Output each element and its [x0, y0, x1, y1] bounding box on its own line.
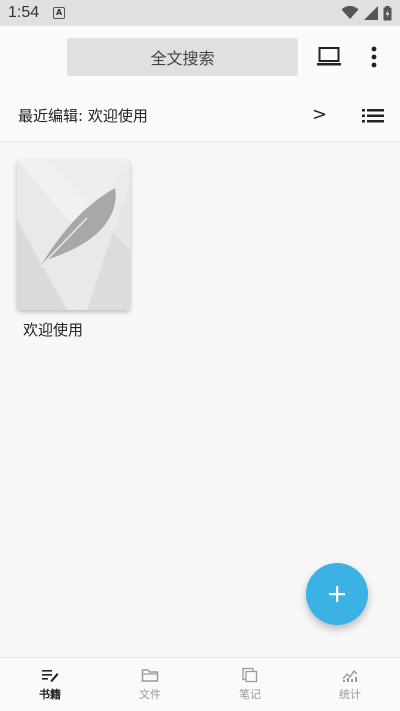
recent-edit-label: 最近编辑: 欢迎使用	[18, 107, 148, 125]
nav-label-files: 文件	[139, 688, 161, 701]
book-title[interactable]: 欢迎使用	[23, 319, 83, 340]
nav-label-stats: 统计	[339, 688, 361, 701]
stats-icon	[342, 669, 358, 682]
nav-label-books: 书籍	[39, 688, 61, 701]
notification-icon: A	[53, 7, 66, 19]
search-input[interactable]: 全文搜索	[67, 38, 298, 76]
nav-item-notes[interactable]: 笔记	[200, 658, 300, 711]
top-bar: 全文搜索	[0, 26, 400, 90]
plus-icon	[329, 586, 345, 602]
bottom-nav: 书籍 文件 笔记 统计	[0, 657, 400, 711]
book-cover[interactable]	[17, 160, 130, 310]
search-placeholder: 全文搜索	[150, 49, 215, 68]
folder-icon	[141, 669, 159, 682]
notes-icon	[242, 667, 258, 683]
status-time: 1:54	[8, 4, 40, 21]
book-cover-art	[17, 160, 130, 310]
add-button[interactable]	[306, 563, 368, 625]
more-vertical-icon[interactable]	[364, 44, 384, 70]
nav-item-files[interactable]: 文件	[100, 658, 200, 711]
battery-icon	[383, 5, 392, 20]
wifi-icon	[341, 6, 359, 19]
nav-label-notes: 笔记	[239, 688, 261, 701]
status-icons	[341, 5, 392, 21]
chevron-right-icon[interactable]: >	[312, 104, 327, 125]
list-view-icon[interactable]	[362, 107, 384, 125]
books-icon	[42, 670, 59, 682]
recent-edit-bar[interactable]: 最近编辑: 欢迎使用 >	[0, 90, 400, 142]
nav-item-books[interactable]: 书籍	[0, 658, 100, 711]
laptop-icon[interactable]	[316, 45, 342, 69]
signal-icon	[364, 6, 378, 20]
status-bar: 1:54 A	[0, 0, 400, 26]
nav-item-stats[interactable]: 统计	[300, 658, 400, 711]
